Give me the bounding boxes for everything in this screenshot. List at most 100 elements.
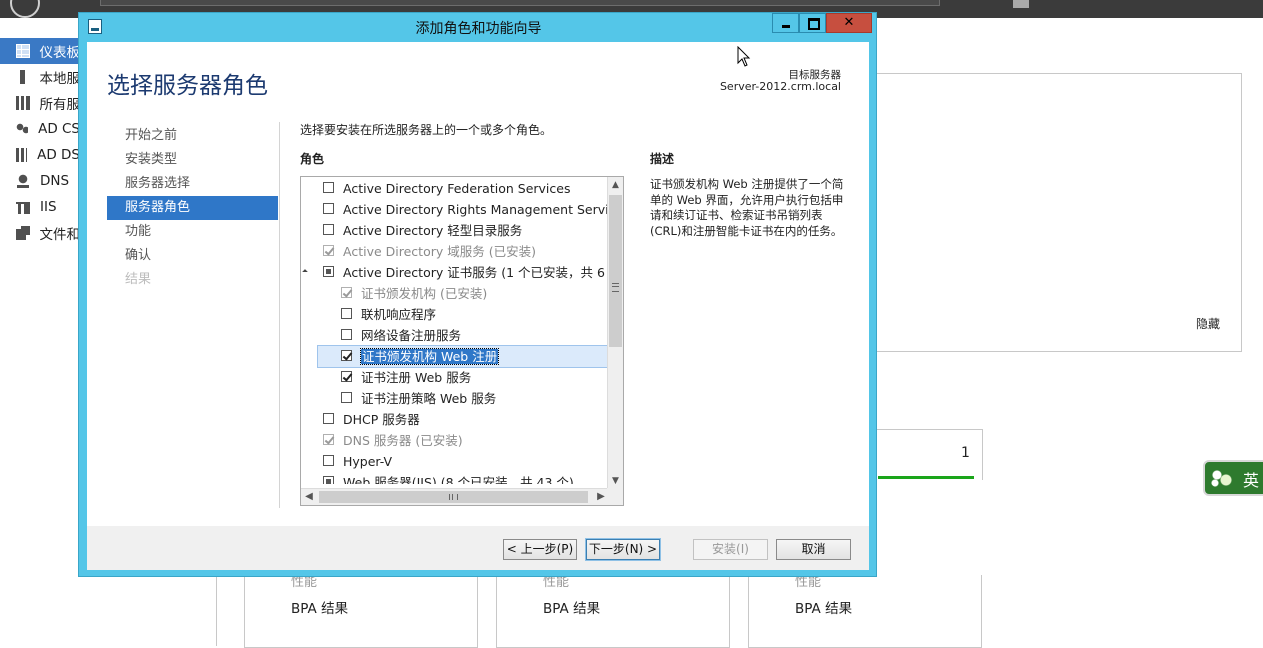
ime-language-label: 英: [1243, 471, 1260, 490]
role-tile-3[interactable]: 性能 BPA 结果: [748, 575, 982, 648]
nav-item-dashboard[interactable]: 仪表板: [0, 38, 80, 64]
role-item[interactable]: Active Directory 轻型目录服务: [301, 220, 609, 241]
vertical-scrollbar[interactable]: ▲ ▼: [607, 177, 623, 489]
role-tile-1[interactable]: 性能 BPA 结果: [244, 575, 478, 648]
ad-cs-icon: [16, 122, 29, 136]
role-item[interactable]: DHCP 服务器: [301, 409, 609, 430]
nav-item-local-server[interactable]: 本地服: [0, 64, 80, 90]
role-label: Active Directory Federation Services: [343, 178, 570, 199]
step-server-selection[interactable]: 服务器选择: [107, 172, 278, 196]
maximize-button[interactable]: [799, 13, 826, 33]
role-label: 网络设备注册服务: [361, 325, 461, 346]
role-item[interactable]: Web 服务器(IIS) (8 个已安装，共 43 个): [301, 472, 609, 484]
roles-tree-list[interactable]: Active Directory Federation Services Acti…: [300, 176, 624, 506]
close-icon: ✕: [843, 15, 855, 30]
expand-arrow-icon[interactable]: [302, 269, 308, 275]
role-item[interactable]: Active Directory Federation Services: [301, 178, 609, 199]
nav-item-iis[interactable]: IIS: [0, 194, 80, 220]
description-text: 证书颁发机构 Web 注册提供了一个简单的 Web 界面，允许用户执行包括申请和…: [650, 177, 844, 238]
role-checkbox[interactable]: [323, 266, 334, 277]
next-button[interactable]: 下一步(N) >: [585, 538, 661, 561]
nav-item-dns[interactable]: DNS: [0, 168, 80, 194]
role-item[interactable]: Hyper-V: [301, 451, 609, 472]
vertical-scroll-thumb[interactable]: [609, 195, 622, 347]
role-label: Active Directory 域服务 (已安装): [343, 241, 536, 262]
ime-toolbar[interactable]: 英: [1203, 460, 1263, 496]
step-installation-type[interactable]: 安装类型: [107, 148, 278, 172]
nav-item-ad-cs[interactable]: AD CS: [0, 116, 80, 142]
destination-server-name: Server-2012.crm.local: [719, 80, 841, 93]
close-button[interactable]: ✕: [826, 13, 872, 33]
role-label-text: DNS 服务器 (已安装): [343, 433, 463, 448]
role-checkbox[interactable]: [341, 329, 352, 340]
notifications-flag-icon[interactable]: [1013, 0, 1029, 8]
previous-button[interactable]: < 上一步(P): [503, 539, 577, 560]
role-checkbox[interactable]: [341, 308, 352, 319]
minimize-button[interactable]: [772, 13, 799, 33]
wizard-footer: < 上一步(P) 下一步(N) > 安装(I) 取消: [87, 526, 869, 570]
server-manager-nav: 仪表板 本地服 所有服 AD CS AD DS DNS IIS 文件和: [0, 38, 80, 246]
role-label: 证书注册 Web 服务: [361, 367, 471, 388]
role-label-text: DHCP 服务器: [343, 412, 420, 427]
step-features[interactable]: 功能: [107, 220, 278, 244]
nav-item-all-servers[interactable]: 所有服: [0, 90, 80, 116]
role-checkbox[interactable]: [341, 392, 352, 403]
scroll-left-arrow-icon[interactable]: ◀: [301, 489, 317, 505]
steps-divider: [279, 122, 280, 508]
role-tile-2[interactable]: 性能 BPA 结果: [496, 575, 730, 648]
dashboard-icon: [16, 44, 30, 58]
horizontal-scrollbar[interactable]: ◀ ▶: [301, 488, 609, 505]
role-item: 证书颁发机构 (已安装): [301, 283, 609, 304]
role-item[interactable]: Active Directory Rights Management Servi…: [301, 199, 609, 220]
role-label-text: 证书颁发机构 Web 注册: [359, 348, 500, 365]
role-checkbox[interactable]: [341, 350, 352, 361]
role-label-text: Hyper-V: [343, 454, 393, 469]
tile-status-bar: [878, 476, 974, 479]
role-label: 联机响应程序: [361, 304, 436, 325]
tile-bpa-label[interactable]: BPA 结果: [795, 597, 852, 617]
role-checkbox[interactable]: [323, 455, 334, 466]
role-checkbox[interactable]: [341, 371, 352, 382]
role-item[interactable]: Active Directory 证书服务 (1 个已安装，共 6 个): [301, 262, 609, 283]
tile-bpa-label[interactable]: BPA 结果: [291, 597, 348, 617]
role-checkbox[interactable]: [323, 224, 334, 235]
nav-item-file-services[interactable]: 文件和: [0, 220, 80, 246]
role-checkbox[interactable]: [323, 182, 334, 193]
role-item[interactable]: 联机响应程序: [301, 304, 609, 325]
nav-item-ad-ds[interactable]: AD DS: [0, 142, 80, 168]
divider: [216, 575, 217, 646]
role-label-text: Web 服务器(IIS) (8 个已安装，共 43 个): [343, 475, 574, 484]
tile-bpa-label[interactable]: BPA 结果: [543, 597, 600, 617]
scroll-grip-icon: [449, 494, 458, 500]
role-item[interactable]: 证书注册策略 Web 服务: [301, 388, 609, 409]
role-label: Web 服务器(IIS) (8 个已安装，共 43 个): [343, 472, 574, 484]
role-checkbox[interactable]: [323, 476, 334, 484]
local-server-icon: [20, 70, 25, 84]
role-label-text: Active Directory 域服务 (已安装): [343, 244, 536, 259]
scroll-down-arrow-icon[interactable]: ▼: [608, 473, 623, 489]
scroll-grip-icon: [612, 283, 619, 292]
role-checkbox: [323, 434, 334, 445]
role-label-text: 证书注册 Web 服务: [361, 370, 472, 385]
page-title: 选择服务器角色: [107, 73, 268, 99]
role-item[interactable]: 证书注册 Web 服务: [301, 367, 609, 388]
cancel-button[interactable]: 取消: [776, 539, 851, 560]
role-label: Active Directory 轻型目录服务: [343, 220, 522, 241]
role-item[interactable]: 网络设备注册服务: [301, 325, 609, 346]
step-results: 结果: [125, 272, 152, 287]
hide-welcome-link[interactable]: 隐藏: [1196, 315, 1220, 332]
back-button[interactable]: [10, 0, 40, 18]
role-label-text: 证书注册策略 Web 服务: [361, 391, 497, 406]
horizontal-scroll-thumb[interactable]: [319, 491, 588, 503]
wizard-titlebar[interactable]: 添加角色和功能向导 ✕: [79, 13, 878, 42]
step-server-roles[interactable]: 服务器角色: [107, 196, 278, 220]
step-confirmation[interactable]: 确认: [107, 244, 278, 268]
role-checkbox[interactable]: [323, 203, 334, 214]
role-label: 证书颁发机构 Web 注册: [359, 346, 500, 367]
wizard-content: 选择服务器角色 目标服务器 Server-2012.crm.local 开始之前…: [87, 42, 869, 526]
role-checkbox[interactable]: [323, 413, 334, 424]
roles-heading: 角色: [300, 152, 325, 166]
role-item[interactable]: 证书颁发机构 Web 注册: [317, 345, 609, 368]
scroll-up-arrow-icon[interactable]: ▲: [608, 177, 623, 193]
step-before-you-begin[interactable]: 开始之前: [107, 124, 278, 148]
